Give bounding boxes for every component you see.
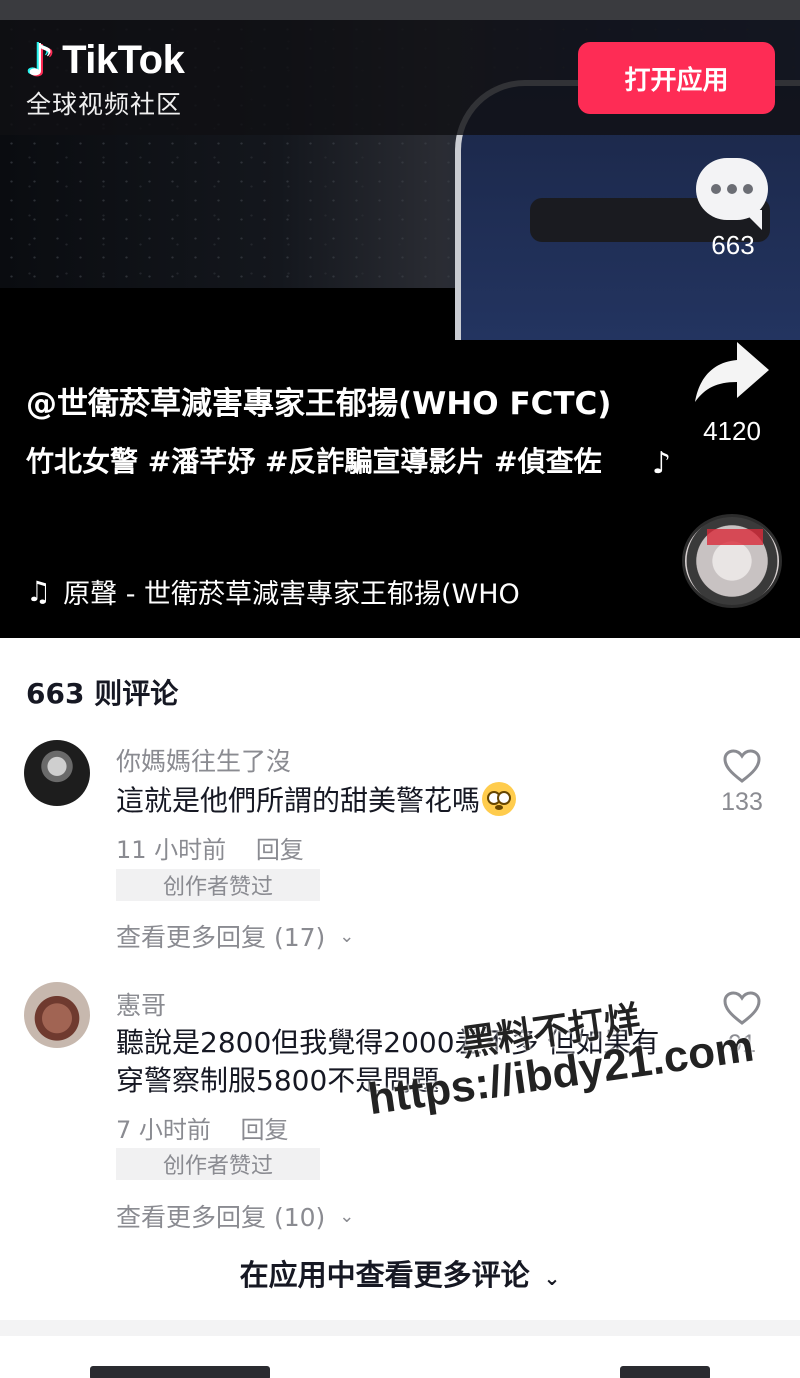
flushed-face-icon bbox=[482, 782, 517, 816]
section-divider bbox=[0, 1320, 800, 1336]
video-caption: @世衛菸草減害專家王郁揚(WHO FCTC) 竹北女警 #潘芊妤 #反詐騙宣導影… bbox=[26, 384, 646, 480]
creator-liked-badge: 创作者赞过 bbox=[116, 869, 320, 901]
floating-note-icon: ♪ bbox=[652, 446, 672, 481]
brand-subtitle: 全球视频社区 bbox=[26, 90, 183, 119]
reply-button[interactable]: 回复 bbox=[241, 1116, 289, 1144]
comment-username[interactable]: 你媽媽往生了沒 bbox=[116, 742, 291, 778]
video-hashtags[interactable]: 竹北女警 #潘芊妤 #反詐騙宣導影片 #偵查佐 bbox=[26, 444, 646, 480]
music-info[interactable]: ♫ 原聲 - 世衛菸草減害專家王郁揚(WHO bbox=[26, 572, 520, 611]
heart-icon[interactable] bbox=[722, 748, 762, 784]
like-button[interactable]: 133 bbox=[710, 748, 774, 817]
watermark: 黑料不打烊 https://ibdy21.com bbox=[360, 986, 757, 1124]
comment-action[interactable]: 663 bbox=[696, 158, 770, 261]
comment-username[interactable]: 憲哥 bbox=[116, 986, 166, 1022]
view-more-replies-label: 查看更多回复 (17) bbox=[116, 923, 326, 952]
comment-text: 這就是他們所謂的甜美警花嗎 bbox=[116, 782, 686, 820]
view-more-replies-button[interactable]: 查看更多回复 (10) ⌄ bbox=[116, 1198, 354, 1234]
view-more-comments-label: 在应用中查看更多评论 bbox=[239, 1258, 530, 1292]
video-player[interactable]: ♪ TikTok 全球视频社区 打开应用 663 4120 @世衛菸草減害專家王… bbox=[0, 0, 800, 638]
music-title: 原聲 - 世衛菸草減害專家王郁揚(WHO bbox=[63, 579, 520, 610]
video-author[interactable]: @世衛菸草減害專家王郁揚(WHO FCTC) bbox=[26, 384, 646, 424]
comment-meta: 11 小时前 回复 bbox=[116, 830, 304, 865]
reply-button[interactable]: 回复 bbox=[256, 836, 304, 864]
share-action[interactable]: 4120 bbox=[690, 340, 774, 447]
creator-liked-badge: 创作者赞过 bbox=[116, 1148, 320, 1180]
share-count: 4120 bbox=[703, 416, 761, 446]
chevron-down-icon: ⌄ bbox=[339, 1205, 355, 1227]
music-disc-icon[interactable] bbox=[682, 514, 782, 608]
next-section-title bbox=[90, 1366, 270, 1378]
avatar[interactable] bbox=[24, 740, 90, 806]
view-more-comments-button[interactable]: 在应用中查看更多评论 ⌄ bbox=[0, 1252, 800, 1294]
top-banner: ♪ TikTok 全球视频社区 打开应用 bbox=[0, 20, 800, 135]
comment-bubble-icon[interactable] bbox=[696, 158, 768, 220]
comments-title: 663 则评论 bbox=[26, 677, 179, 710]
comment-time: 7 小时前 bbox=[116, 1116, 211, 1144]
chevron-down-icon: ⌄ bbox=[339, 925, 355, 947]
comment-count: 663 bbox=[711, 230, 755, 260]
music-note-icon: ♫ bbox=[26, 575, 52, 608]
avatar[interactable] bbox=[24, 982, 90, 1048]
open-app-button[interactable]: 打开应用 bbox=[578, 42, 775, 114]
share-arrow-icon[interactable] bbox=[693, 340, 771, 406]
like-count: 133 bbox=[721, 788, 763, 816]
status-bar bbox=[0, 0, 800, 20]
view-more-replies-label: 查看更多回复 (10) bbox=[116, 1203, 326, 1232]
brand-logo[interactable]: ♪ TikTok 全球视频社区 bbox=[26, 34, 185, 121]
view-more-replies-button[interactable]: 查看更多回复 (17) ⌄ bbox=[116, 918, 354, 954]
next-section-link[interactable] bbox=[620, 1366, 710, 1378]
brand-name: TikTok bbox=[62, 38, 185, 82]
next-section-preview bbox=[0, 1360, 800, 1378]
chevron-down-icon: ⌄ bbox=[543, 1266, 561, 1290]
comment-time: 11 小时前 bbox=[116, 836, 227, 864]
tiktok-logo-icon: ♪ bbox=[26, 34, 55, 86]
comment-meta: 7 小时前 回复 bbox=[116, 1110, 289, 1145]
